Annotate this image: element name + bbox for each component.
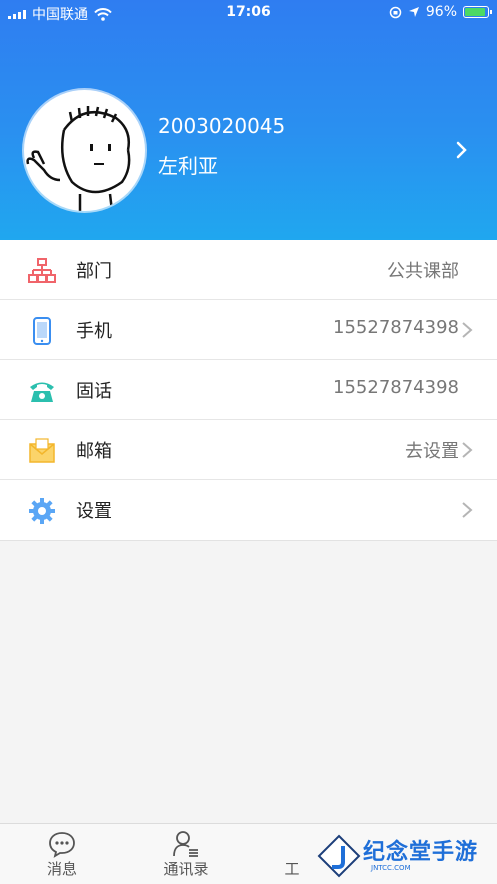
lock-rotation-icon	[389, 6, 402, 18]
tab-label: 通讯录	[163, 860, 209, 878]
org-chart-icon	[28, 258, 56, 283]
row-label: 部门	[76, 261, 112, 282]
row-email[interactable]: 邮箱 去设置	[0, 420, 497, 480]
profile-header: 中国联通 17:06 96% 2003020045 左利亚	[0, 0, 497, 240]
work-icon	[278, 830, 306, 858]
contacts-icon	[173, 831, 198, 857]
row-landline[interactable]: 固话 15527874398	[0, 360, 497, 420]
row-label: 固话	[76, 381, 112, 402]
row-value: 公共课部	[387, 261, 459, 282]
chevron-right-icon	[462, 502, 473, 518]
row-value: 15527874398	[333, 317, 459, 338]
tab-messages[interactable]: 消息	[22, 830, 102, 879]
tab-label: 工	[284, 860, 300, 878]
mail-icon	[29, 438, 55, 463]
gear-icon	[29, 498, 55, 524]
chevron-right-icon[interactable]	[451, 140, 471, 160]
user-name: 左利亚	[158, 154, 218, 178]
row-label: 设置	[76, 501, 112, 522]
user-id: 2003020045	[158, 114, 286, 138]
row-value: 15527874398	[333, 377, 459, 398]
battery-percent: 96%	[425, 4, 457, 20]
watermark-text: 纪念堂手游	[363, 840, 479, 865]
chevron-right-icon	[462, 322, 473, 338]
avatar[interactable]	[24, 90, 145, 211]
row-label: 邮箱	[76, 441, 112, 462]
chat-bubble-icon	[49, 832, 75, 858]
watermark-subtext: JNTCC.COM	[371, 864, 411, 872]
row-mobile[interactable]: 手机 15527874398	[0, 300, 497, 360]
row-department[interactable]: 部门 公共课部	[0, 240, 497, 300]
tab-contacts[interactable]: 通讯录	[146, 830, 226, 879]
row-label: 手机	[76, 321, 112, 342]
mobile-phone-icon	[33, 317, 51, 345]
battery-icon	[463, 6, 492, 18]
telephone-icon	[30, 382, 54, 402]
row-settings[interactable]: 设置	[0, 480, 497, 540]
status-bar: 中国联通 17:06 96%	[0, 0, 497, 26]
location-arrow-icon	[408, 7, 419, 17]
row-value: 去设置	[405, 441, 459, 462]
chevron-right-icon	[462, 442, 473, 458]
settings-list: 部门 公共课部 手机 15527874398 固话 15527874398 邮箱	[0, 240, 497, 541]
watermark: 纪念堂手游 JNTCC.COM	[315, 832, 485, 880]
tab-label: 消息	[46, 860, 77, 878]
watermark-logo-icon	[317, 834, 361, 878]
avatar-drawing	[26, 106, 131, 211]
